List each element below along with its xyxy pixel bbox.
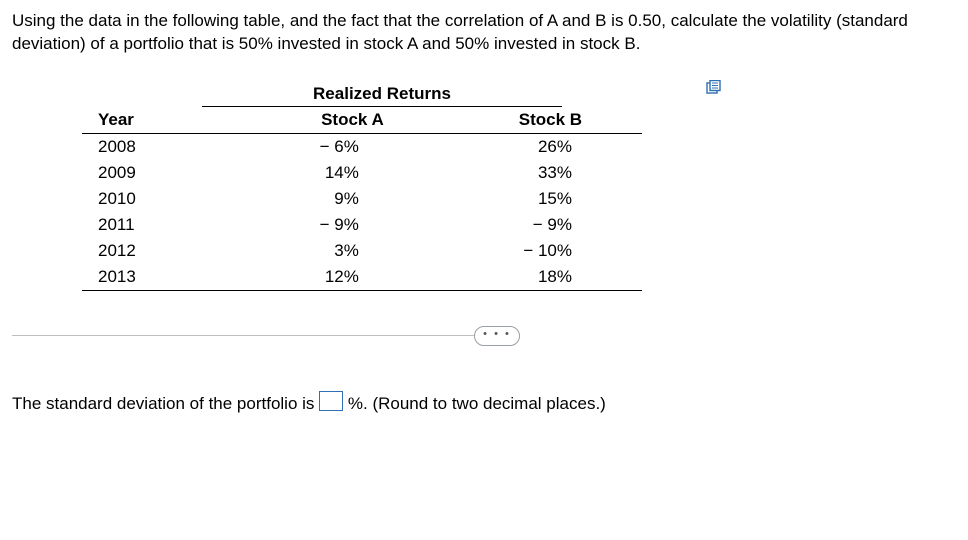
cell-stock-b: 26% bbox=[459, 133, 642, 160]
table-row: 2008 − 6% 26% bbox=[82, 133, 642, 160]
cell-stock-b: 33% bbox=[459, 160, 642, 186]
col-header-year: Year bbox=[82, 107, 246, 134]
cell-year: 2009 bbox=[82, 160, 246, 186]
cell-year: 2008 bbox=[82, 133, 246, 160]
answer-prefix: The standard deviation of the portfolio … bbox=[12, 394, 319, 413]
cell-stock-a: − 9% bbox=[246, 212, 459, 238]
answer-suffix: %. bbox=[348, 394, 373, 413]
table-row: 2009 14% 33% bbox=[82, 160, 642, 186]
cell-stock-a: − 6% bbox=[246, 133, 459, 160]
table-row: 2011 − 9% − 9% bbox=[82, 212, 642, 238]
divider-line bbox=[12, 335, 492, 336]
cell-year: 2012 bbox=[82, 238, 246, 264]
cell-stock-a: 12% bbox=[246, 264, 459, 291]
cell-stock-b: − 9% bbox=[459, 212, 642, 238]
section-divider: • • • bbox=[12, 327, 956, 347]
table-row: 2013 12% 18% bbox=[82, 264, 642, 291]
table-section-title: Realized Returns bbox=[202, 84, 562, 107]
cell-year: 2013 bbox=[82, 264, 246, 291]
answer-hint: (Round to two decimal places.) bbox=[372, 394, 605, 413]
expand-button[interactable]: • • • bbox=[474, 326, 520, 346]
col-header-stock-b: Stock B bbox=[459, 107, 642, 134]
cell-year: 2010 bbox=[82, 186, 246, 212]
table-row: 2010 9% 15% bbox=[82, 186, 642, 212]
cell-stock-a: 9% bbox=[246, 186, 459, 212]
answer-input[interactable] bbox=[319, 391, 343, 411]
cell-stock-b: − 10% bbox=[459, 238, 642, 264]
col-header-stock-a: Stock A bbox=[246, 107, 459, 134]
question-text: Using the data in the following table, a… bbox=[12, 10, 956, 56]
returns-table: Year Stock A Stock B 2008 − 6% 26% 2009 … bbox=[82, 107, 642, 291]
answer-line: The standard deviation of the portfolio … bbox=[12, 391, 956, 414]
cell-stock-b: 15% bbox=[459, 186, 642, 212]
cell-stock-a: 14% bbox=[246, 160, 459, 186]
returns-table-wrap: Realized Returns Year Stock A Stock B 20… bbox=[82, 84, 652, 291]
cell-stock-b: 18% bbox=[459, 264, 642, 291]
cell-stock-a: 3% bbox=[246, 238, 459, 264]
cell-year: 2011 bbox=[82, 212, 246, 238]
copy-table-icon[interactable] bbox=[706, 80, 722, 94]
table-row: 2012 3% − 10% bbox=[82, 238, 642, 264]
